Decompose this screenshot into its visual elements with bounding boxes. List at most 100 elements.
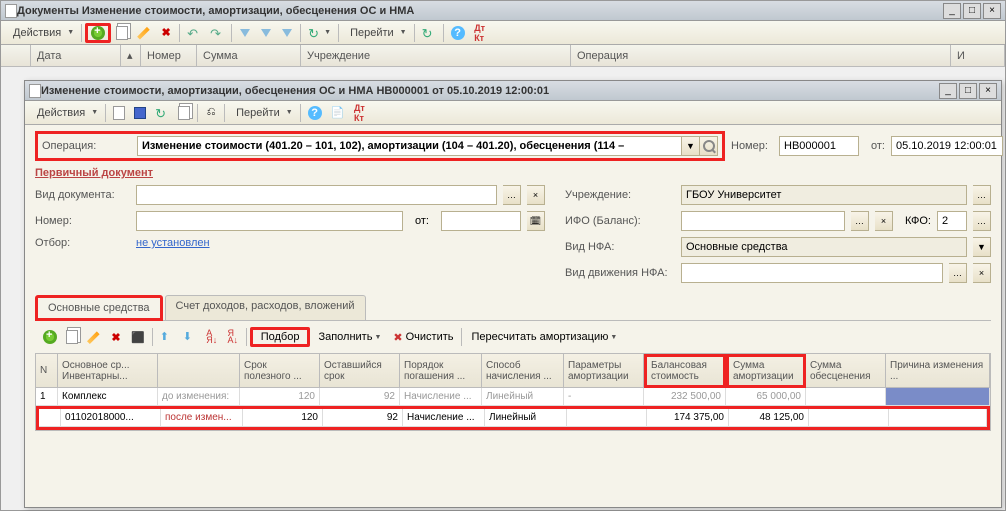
help-button[interactable]: ? — [447, 23, 469, 43]
doc-copy-button[interactable] — [174, 103, 194, 123]
col-depr[interactable]: Сумма обесценения — [806, 354, 886, 388]
reason-cell-selected[interactable] — [886, 388, 990, 406]
doc-type-select-button[interactable]: … — [503, 185, 521, 205]
col-main-asset[interactable]: Основное ср...Инвентарны... — [58, 354, 158, 388]
doc-goto-menu[interactable]: Перейти▼ — [228, 103, 297, 123]
doc-print-button[interactable]: 📄 — [327, 103, 349, 123]
nfa-move-select-button[interactable]: … — [949, 263, 967, 283]
col-institution[interactable]: Учреждение — [301, 45, 571, 66]
operation-search-button[interactable] — [700, 136, 718, 156]
refresh-button-2[interactable] — [418, 23, 440, 43]
add-button[interactable] — [85, 23, 111, 43]
inner-move-up-button[interactable] — [156, 327, 178, 347]
doc-dtkt-button[interactable]: ДтКт — [349, 103, 369, 123]
ifo-clear-button[interactable]: × — [875, 211, 893, 231]
nfa-type-input[interactable] — [681, 237, 967, 257]
refresh-button[interactable]: ▼ — [304, 23, 335, 43]
doc-date-input[interactable] — [441, 211, 521, 231]
col-order[interactable]: Порядок погашения ... — [400, 354, 482, 388]
doc-save-button[interactable] — [130, 103, 150, 123]
help-icon: ? — [308, 106, 322, 120]
kfo-input[interactable] — [937, 211, 967, 231]
doc-num-label: Номер: — [35, 215, 130, 227]
col-last[interactable]: И — [951, 45, 1005, 66]
col-balance[interactable]: Балансовая стоимость — [644, 354, 726, 388]
tab-assets[interactable]: Основные средства — [35, 295, 163, 321]
col-method[interactable]: Способ начисления ... — [482, 354, 564, 388]
ifo-select-button[interactable]: … — [851, 211, 869, 231]
inner-end-button[interactable]: ⬛ — [127, 327, 149, 347]
ifo-input[interactable] — [681, 211, 845, 231]
filter-set-button[interactable] — [235, 23, 255, 43]
date-label: от: — [865, 140, 885, 152]
col-indicator[interactable]: ▴ — [121, 45, 141, 66]
inner-sort-desc-button[interactable]: ЯА↓ — [223, 327, 243, 347]
clear-button[interactable]: ✖Очистить — [389, 327, 457, 347]
goto-menu[interactable]: Перейти▼ — [342, 23, 411, 43]
doc-type-input[interactable] — [136, 185, 497, 205]
col-params[interactable]: Параметры амортизации — [564, 354, 644, 388]
doc-num-input[interactable] — [136, 211, 403, 231]
inner-edit-button[interactable] — [83, 327, 105, 347]
edit-button[interactable] — [133, 23, 155, 43]
actions-menu[interactable]: Действия▼ — [5, 23, 78, 43]
inner-sort-asc-button[interactable]: АЯ↓ — [202, 327, 222, 347]
nfa-move-clear-button[interactable]: × — [973, 263, 991, 283]
doc-close-button[interactable]: × — [979, 83, 997, 99]
x-icon: ✖ — [111, 331, 120, 344]
col-remain[interactable]: Оставшийся срок — [320, 354, 400, 388]
operation-dropdown-button[interactable]: ▼ — [682, 136, 700, 156]
filter-off-button[interactable] — [277, 23, 297, 43]
col-operation[interactable]: Операция — [571, 45, 951, 66]
undo-button[interactable] — [183, 23, 205, 43]
doc-maximize-button[interactable]: □ — [959, 83, 977, 99]
operation-input[interactable] — [137, 136, 682, 156]
dtkt-button[interactable]: ДтКт — [470, 23, 490, 43]
inner-delete-button[interactable]: ✖ — [106, 327, 126, 347]
recalc-button[interactable]: Пересчитать амортизацию▼ — [465, 327, 625, 347]
filter-label: Отбор: — [35, 237, 130, 249]
selection-button[interactable]: Подбор — [250, 327, 311, 347]
col-term[interactable]: Срок полезного ... — [240, 354, 320, 388]
col-reason[interactable]: Причина изменения ... — [886, 354, 990, 388]
fill-button[interactable]: Заполнить▼ — [311, 327, 388, 347]
doc-date-picker-button[interactable]: 🗓 — [527, 211, 545, 231]
redo-button[interactable] — [206, 23, 228, 43]
institution-input[interactable] — [681, 185, 967, 205]
inner-add-button[interactable] — [39, 327, 61, 347]
close-button[interactable]: × — [983, 3, 1001, 19]
institution-select-button[interactable]: … — [973, 185, 991, 205]
col-amort[interactable]: Сумма амортизации — [726, 354, 806, 388]
doc-structure-button[interactable]: ⎌ — [201, 103, 221, 123]
col-number[interactable]: Номер — [141, 45, 197, 66]
filter-link[interactable]: не установлен — [136, 237, 210, 249]
doc-type-clear-button[interactable]: × — [527, 185, 545, 205]
date-input[interactable] — [891, 136, 1003, 156]
nfa-move-input[interactable] — [681, 263, 943, 283]
nfa-type-dropdown-button[interactable]: ▼ — [973, 237, 991, 257]
copy-button[interactable] — [112, 23, 132, 43]
filter-button-2[interactable] — [256, 23, 276, 43]
operation-label: Операция: — [42, 140, 137, 152]
number-input[interactable] — [779, 136, 859, 156]
maximize-button[interactable]: □ — [963, 3, 981, 19]
table-row[interactable]: 1 Комплекс до изменения: 120 92 Начислен… — [36, 388, 990, 406]
col-n[interactable]: N — [36, 354, 58, 388]
doc-title: Изменение стоимости, амортизации, обесце… — [41, 85, 939, 97]
minimize-button[interactable]: _ — [943, 3, 961, 19]
col-date[interactable]: Дата — [31, 45, 121, 66]
table-row[interactable]: 01102018000... после измен... 120 92 Нач… — [36, 406, 990, 430]
doc-actions-menu[interactable]: Действия▼ — [29, 103, 102, 123]
tab-accounts[interactable]: Счет доходов, расходов, вложений — [165, 295, 366, 320]
institution-label: Учреждение: — [565, 189, 675, 201]
inner-copy-button[interactable] — [62, 327, 82, 347]
inner-move-down-button[interactable] — [179, 327, 201, 347]
kfo-select-button[interactable]: … — [973, 211, 991, 231]
doc-minimize-button[interactable]: _ — [939, 83, 957, 99]
copy-icon — [178, 106, 190, 120]
doc-post-button[interactable] — [109, 103, 129, 123]
doc-repost-button[interactable] — [151, 103, 173, 123]
mark-delete-button[interactable]: ✖ — [156, 23, 176, 43]
col-sum[interactable]: Сумма — [197, 45, 301, 66]
doc-help-button[interactable]: ? — [304, 103, 326, 123]
